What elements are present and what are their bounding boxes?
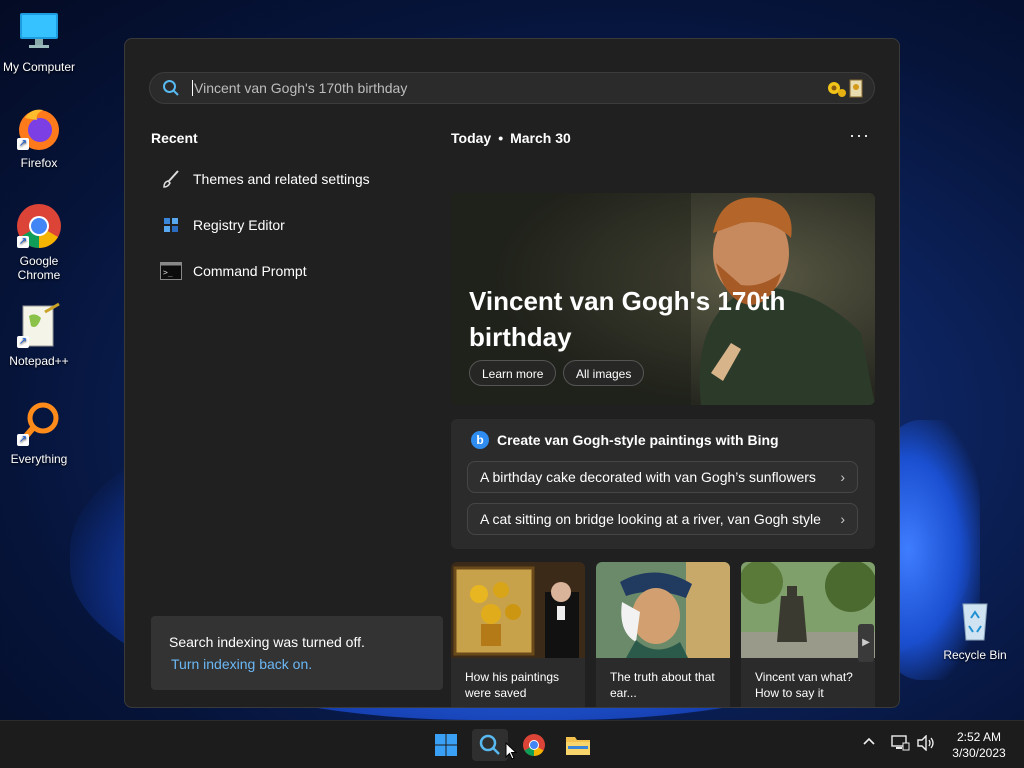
clock-time: 2:52 AM (956, 730, 1002, 744)
desktop-icon-everything[interactable]: ↗ Everything (0, 400, 78, 466)
paintbrush-icon (159, 167, 183, 191)
search-icon (479, 734, 500, 755)
news-card[interactable]: Vincent van what? How to say it (741, 562, 875, 707)
svg-text:>_: >_ (163, 268, 173, 277)
sunflower-doodle-icon[interactable] (822, 77, 866, 106)
recent-heading: Recent (151, 130, 198, 146)
recent-item-label: Registry Editor (193, 217, 285, 233)
desktop-icon-my-computer[interactable]: My Computer (0, 8, 78, 74)
indexing-message: Search indexing was turned off. (169, 634, 365, 650)
notepadpp-icon: ↗ (15, 302, 63, 350)
chrome-icon: ↗ (15, 202, 63, 250)
network-icon (891, 735, 910, 751)
today-date: March 30 (510, 130, 571, 146)
recycle-bin-icon (951, 596, 999, 644)
start-button[interactable] (428, 729, 464, 761)
statue-park-image (741, 562, 875, 658)
news-card[interactable]: How his paintings were saved (451, 562, 585, 707)
scroll-right-button[interactable]: ▶ (858, 624, 874, 662)
recent-item-themes[interactable]: Themes and related settings (159, 164, 370, 194)
search-panel: Vincent van Gogh's 170th birthday Recent… (124, 38, 900, 708)
mouse-cursor-icon (505, 741, 518, 765)
bing-suggestion[interactable]: A birthday cake decorated with van Gogh’… (467, 461, 858, 493)
desktop-icon-firefox[interactable]: ↗ Firefox (0, 104, 78, 170)
bing-heading: b Create van Gogh-style paintings with B… (471, 431, 779, 449)
hero-title: Vincent van Gogh's 170th birthday (469, 286, 786, 352)
desktop-icon-recycle-bin[interactable]: Recycle Bin (936, 596, 1014, 662)
desktop-icon-label: Firefox (20, 156, 58, 170)
chevron-right-icon: › (840, 469, 845, 485)
today-separator: • (498, 130, 504, 146)
chrome-icon (523, 734, 545, 756)
all-images-button[interactable]: All images (563, 360, 645, 386)
news-card[interactable]: The truth about that ear... (596, 562, 730, 707)
chevron-up-icon (863, 737, 875, 745)
more-options-icon[interactable]: ··· (849, 125, 870, 146)
news-caption: The truth about that ear... (610, 670, 715, 700)
search-input[interactable]: Vincent van Gogh's 170th birthday (192, 80, 407, 96)
desktop-icon-label: Recycle Bin (943, 648, 1007, 662)
bing-suggestion-text: A birthday cake decorated with van Gogh’… (480, 469, 816, 485)
bing-suggestion-text: A cat sitting on bridge looking at a riv… (480, 511, 821, 527)
show-hidden-icons-button[interactable] (862, 735, 876, 752)
desktop-icon-label: Google Chrome (17, 254, 61, 282)
bing-heading-text: Create van Gogh-style paintings with Bin… (497, 432, 779, 448)
turn-indexing-on-link[interactable]: Turn indexing back on. (169, 656, 425, 672)
hero-card[interactable]: Vincent van Gogh's 170th birthday Learn … (451, 193, 875, 405)
self-portrait-bandaged-ear-image (596, 562, 730, 658)
news-caption: How his paintings were saved (465, 670, 560, 700)
bing-icon: b (471, 431, 489, 449)
magnifier-icon: ↗ (15, 400, 63, 448)
news-caption: Vincent van what? How to say it (755, 670, 853, 700)
network-button[interactable] (890, 735, 910, 754)
today-header: Today • March 30 (451, 130, 571, 146)
learn-more-button[interactable]: Learn more (469, 360, 557, 386)
chevron-right-icon: › (840, 511, 845, 527)
desktop-icon-chrome[interactable]: ↗ Google Chrome (0, 202, 78, 282)
search-box[interactable]: Vincent van Gogh's 170th birthday (149, 72, 875, 104)
bing-suggestion[interactable]: A cat sitting on bridge looking at a riv… (467, 503, 858, 535)
recent-item-registry-editor[interactable]: Registry Editor (159, 210, 285, 240)
speaker-icon (917, 734, 934, 752)
desktop-icon-notepadpp[interactable]: ↗ Notepad++ (0, 302, 78, 368)
recent-item-label: Themes and related settings (193, 171, 370, 187)
indexing-notice: Search indexing was turned off. Turn ind… (151, 616, 443, 690)
taskbar-chrome-button[interactable] (516, 729, 552, 761)
registry-icon (159, 213, 183, 237)
desktop-icon-label: Everything (10, 452, 68, 466)
monitor-icon (15, 8, 63, 56)
sunflowers-gallery-image (451, 562, 585, 658)
bing-create-card: b Create van Gogh-style paintings with B… (451, 419, 875, 549)
clock[interactable]: 2:52 AM 3/30/2023 (944, 729, 1014, 761)
firefox-icon: ↗ (15, 104, 63, 152)
volume-button[interactable] (916, 734, 936, 754)
search-icon (162, 79, 180, 102)
taskbar-search-button[interactable] (472, 729, 508, 761)
clock-date: 3/30/2023 (952, 746, 1006, 760)
folder-icon (566, 737, 590, 755)
recent-item-command-prompt[interactable]: >_ Command Prompt (159, 256, 307, 286)
desktop-icon-label: My Computer (2, 60, 76, 74)
desktop-icon-label: Notepad++ (9, 354, 69, 368)
recent-item-label: Command Prompt (193, 263, 307, 279)
today-label: Today (451, 130, 492, 146)
terminal-icon: >_ (159, 259, 183, 283)
taskbar-file-explorer-button[interactable] (560, 729, 596, 761)
windows-logo-icon (435, 734, 457, 756)
